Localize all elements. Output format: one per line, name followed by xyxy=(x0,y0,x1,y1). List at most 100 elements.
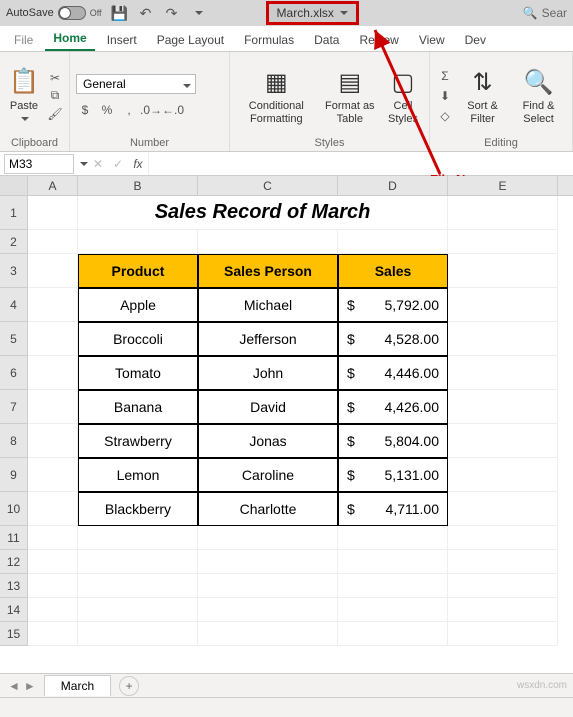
cell-sales[interactable]: $5,792.00 xyxy=(338,288,448,322)
cell-sales[interactable]: $4,711.00 xyxy=(338,492,448,526)
save-icon[interactable]: 💾 xyxy=(112,5,128,21)
tab-home[interactable]: Home xyxy=(45,27,94,51)
cell-product[interactable]: Lemon xyxy=(78,458,198,492)
cell[interactable] xyxy=(448,424,558,458)
cell[interactable] xyxy=(338,622,448,646)
cell[interactable] xyxy=(28,254,78,288)
cell[interactable] xyxy=(198,526,338,550)
row-header[interactable]: 11 xyxy=(0,526,28,550)
cell[interactable] xyxy=(338,230,448,254)
cell-sales[interactable]: $5,131.00 xyxy=(338,458,448,492)
cell[interactable] xyxy=(448,550,558,574)
cell-sales[interactable]: $4,446.00 xyxy=(338,356,448,390)
cell[interactable] xyxy=(448,458,558,492)
tab-view[interactable]: View xyxy=(411,29,453,51)
sort-filter-button[interactable]: ⇅ Sort & Filter xyxy=(458,64,507,126)
cut-icon[interactable]: ✂ xyxy=(46,70,64,86)
name-box[interactable] xyxy=(4,154,74,174)
cell-product[interactable]: Strawberry xyxy=(78,424,198,458)
add-sheet-button[interactable]: + xyxy=(119,676,139,696)
cell[interactable] xyxy=(78,598,198,622)
header-person[interactable]: Sales Person xyxy=(198,254,338,288)
cell[interactable] xyxy=(448,322,558,356)
col-header-A[interactable]: A xyxy=(28,176,78,195)
col-header-E[interactable]: E xyxy=(448,176,558,195)
format-as-table-button[interactable]: ▤ Format as Table xyxy=(321,64,379,126)
col-header-C[interactable]: C xyxy=(198,176,338,195)
cell-styles-button[interactable]: ▢ Cell Styles xyxy=(383,64,423,126)
paste-dropdown-icon[interactable] xyxy=(19,114,29,126)
comma-format-icon[interactable]: , xyxy=(120,102,138,118)
autosave-toggle[interactable]: AutoSave Off xyxy=(6,6,102,20)
cell[interactable] xyxy=(338,574,448,598)
row-header[interactable]: 8 xyxy=(0,424,28,458)
cell[interactable] xyxy=(448,574,558,598)
toggle-switch[interactable] xyxy=(58,6,86,20)
filename-dropdown-icon[interactable] xyxy=(338,6,348,20)
tab-file[interactable]: File xyxy=(6,29,41,51)
conditional-formatting-button[interactable]: ▦ Conditional Formatting xyxy=(236,64,317,126)
row-header[interactable]: 14 xyxy=(0,598,28,622)
col-header-D[interactable]: D xyxy=(338,176,448,195)
tab-page-layout[interactable]: Page Layout xyxy=(149,29,232,51)
cell-product[interactable]: Tomato xyxy=(78,356,198,390)
format-painter-icon[interactable]: 🖌 xyxy=(46,106,64,122)
cell[interactable] xyxy=(28,622,78,646)
cell[interactable] xyxy=(198,622,338,646)
cell[interactable] xyxy=(448,356,558,390)
row-header[interactable]: 7 xyxy=(0,390,28,424)
col-header-B[interactable]: B xyxy=(78,176,198,195)
cell[interactable] xyxy=(78,526,198,550)
cell[interactable] xyxy=(78,622,198,646)
cell[interactable] xyxy=(198,550,338,574)
cell[interactable] xyxy=(448,254,558,288)
cell[interactable] xyxy=(198,598,338,622)
copy-icon[interactable]: ⧉ xyxy=(46,88,64,104)
sheet-nav-prev-icon[interactable]: ◄ xyxy=(8,679,20,693)
cell[interactable] xyxy=(448,288,558,322)
clear-icon[interactable]: ◇ xyxy=(436,108,454,124)
row-header[interactable]: 9 xyxy=(0,458,28,492)
cell-sales[interactable]: $4,426.00 xyxy=(338,390,448,424)
cell[interactable] xyxy=(28,598,78,622)
tab-review[interactable]: Review xyxy=(351,29,406,51)
cell-sales[interactable]: $5,804.00 xyxy=(338,424,448,458)
header-sales[interactable]: Sales xyxy=(338,254,448,288)
cell[interactable] xyxy=(338,550,448,574)
cell[interactable] xyxy=(28,526,78,550)
cell[interactable] xyxy=(28,458,78,492)
cell-product[interactable]: Banana xyxy=(78,390,198,424)
cell[interactable] xyxy=(198,574,338,598)
cell[interactable] xyxy=(448,598,558,622)
cell[interactable] xyxy=(28,424,78,458)
row-header[interactable]: 4 xyxy=(0,288,28,322)
row-header[interactable]: 15 xyxy=(0,622,28,646)
increase-decimal-icon[interactable]: .0→ xyxy=(142,102,160,118)
row-header[interactable]: 1 xyxy=(0,196,28,230)
spreadsheet-grid[interactable]: A B C D E 1Sales Record of March23Produc… xyxy=(0,176,573,646)
namebox-dropdown-icon[interactable] xyxy=(78,157,88,171)
sheet-nav-next-icon[interactable]: ► xyxy=(24,679,36,693)
sheet-title[interactable]: Sales Record of March xyxy=(78,196,448,230)
tab-data[interactable]: Data xyxy=(306,29,347,51)
number-format-dropdown[interactable]: General xyxy=(76,74,196,94)
cell[interactable] xyxy=(448,492,558,526)
undo-icon[interactable]: ↶ xyxy=(138,5,154,21)
row-header[interactable]: 5 xyxy=(0,322,28,356)
row-header[interactable]: 6 xyxy=(0,356,28,390)
tab-developer[interactable]: Dev xyxy=(457,29,494,51)
cell[interactable] xyxy=(78,574,198,598)
cell-person[interactable]: John xyxy=(198,356,338,390)
redo-icon[interactable]: ↷ xyxy=(164,5,180,21)
cell-sales[interactable]: $4,528.00 xyxy=(338,322,448,356)
tab-insert[interactable]: Insert xyxy=(99,29,145,51)
cell[interactable] xyxy=(448,622,558,646)
fill-icon[interactable]: ⬇ xyxy=(436,88,454,104)
cell-person[interactable]: Michael xyxy=(198,288,338,322)
cell-person[interactable]: Charlotte xyxy=(198,492,338,526)
sheet-tab-march[interactable]: March xyxy=(44,675,111,696)
cell[interactable] xyxy=(78,230,198,254)
cell[interactable] xyxy=(28,390,78,424)
paste-button[interactable]: 📋 Paste xyxy=(6,64,42,128)
cell[interactable] xyxy=(198,230,338,254)
